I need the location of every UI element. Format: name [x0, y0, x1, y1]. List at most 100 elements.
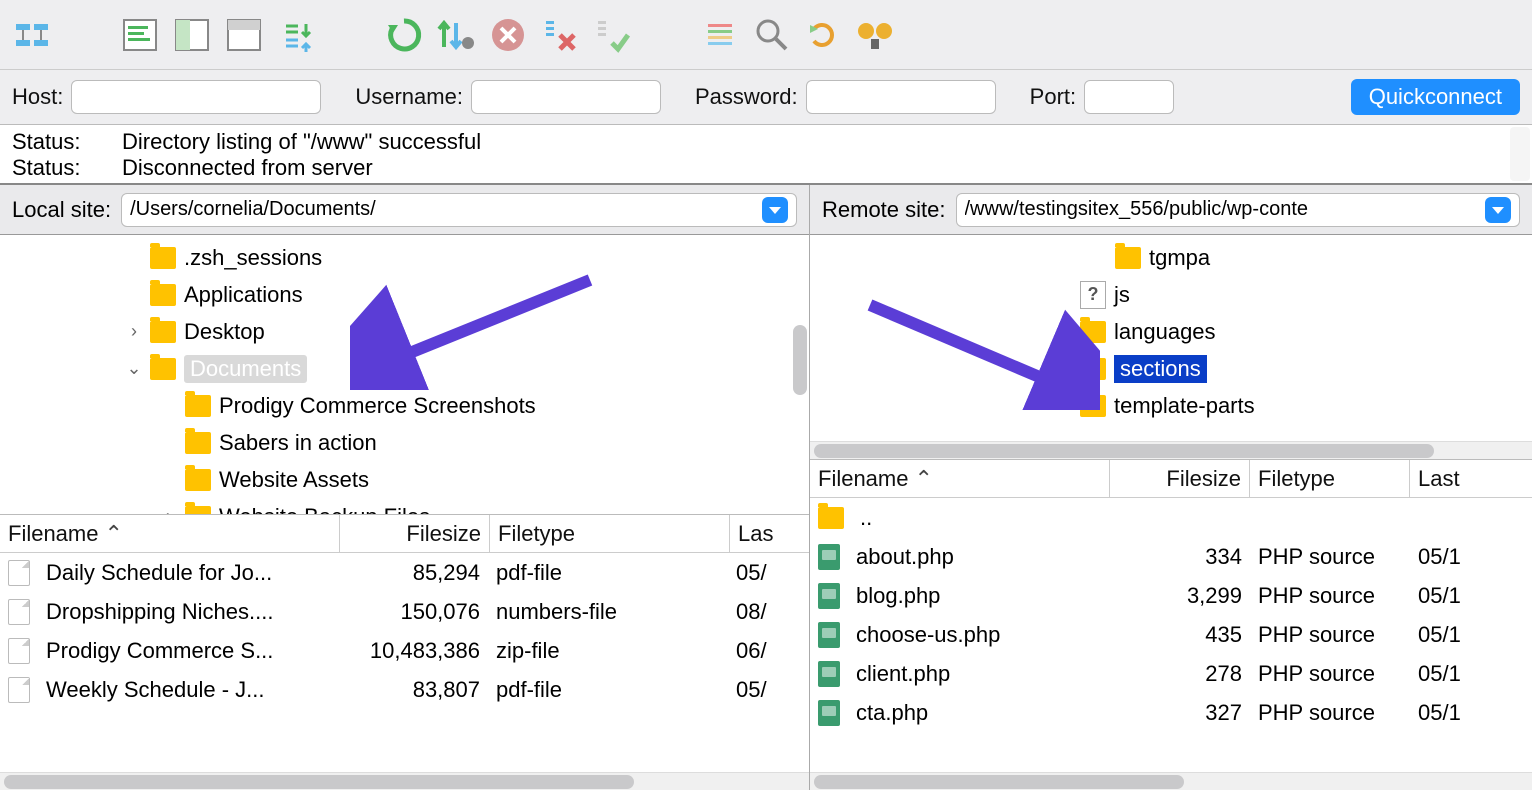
col-lastmod[interactable]: Las — [730, 515, 809, 552]
file-type: pdf-file — [488, 677, 728, 703]
file-name: Prodigy Commerce S... — [38, 638, 338, 664]
tree-item[interactable]: Prodigy Commerce Screenshots — [0, 387, 809, 424]
reconnect-icon[interactable] — [590, 13, 634, 57]
local-path-dropdown[interactable] — [762, 197, 788, 223]
rcol-filesize[interactable]: Filesize — [1110, 460, 1250, 497]
tree-item[interactable]: › Website Backup Files — [0, 498, 809, 515]
tree-item[interactable]: ?js — [810, 276, 1532, 313]
file-row[interactable]: Dropshipping Niches.... 150,076 numbers-… — [0, 592, 809, 631]
rcol-lastmod[interactable]: Last — [1410, 460, 1532, 497]
cancel-icon[interactable] — [486, 13, 530, 57]
file-row[interactable]: about.php 334 PHP source 05/1 — [810, 537, 1532, 576]
host-input[interactable] — [71, 80, 321, 114]
file-name: cta.php — [848, 700, 1110, 726]
file-row[interactable]: cta.php 327 PHP source 05/1 — [810, 693, 1532, 732]
toggle-local-tree-icon[interactable] — [170, 13, 214, 57]
folder-icon — [185, 395, 211, 417]
rcol-filetype[interactable]: Filetype — [1250, 460, 1410, 497]
file-name: blog.php — [848, 583, 1110, 609]
toggle-remote-tree-icon[interactable] — [222, 13, 266, 57]
log-scrollbar[interactable] — [1510, 127, 1530, 181]
local-site-label: Local site: — [12, 197, 111, 223]
chevron-icon[interactable]: ⌄ — [126, 358, 142, 379]
unknown-folder-icon: ? — [1080, 281, 1106, 309]
search-icon[interactable] — [750, 13, 794, 57]
file-row[interactable]: .. — [810, 498, 1532, 537]
process-queue-icon[interactable] — [434, 13, 478, 57]
file-row[interactable]: Prodigy Commerce S... 10,483,386 zip-fil… — [0, 631, 809, 670]
tree-label: Desktop — [184, 319, 265, 345]
quickconnect-bar: Host: Username: Password: Port: Quickcon… — [0, 70, 1532, 125]
tree-item[interactable]: tgmpa — [810, 239, 1532, 276]
local-path-input[interactable]: /Users/cornelia/Documents/ — [121, 193, 797, 227]
file-type: pdf-file — [488, 560, 728, 586]
folder-icon — [150, 247, 176, 269]
sort-asc-icon: ⌃ — [104, 521, 122, 547]
file-row[interactable]: client.php 278 PHP source 05/1 — [810, 654, 1532, 693]
tree-label: Website Assets — [219, 467, 369, 493]
tree-label: tgmpa — [1149, 245, 1210, 271]
remote-tree-h-scroll[interactable] — [810, 441, 1532, 459]
chevron-icon[interactable]: › — [126, 321, 142, 342]
file-name: Dropshipping Niches.... — [38, 599, 338, 625]
col-filetype[interactable]: Filetype — [490, 515, 730, 552]
main-toolbar — [0, 0, 1532, 70]
col-filename[interactable]: Filename⌃ — [0, 515, 340, 552]
folder-icon — [1080, 358, 1106, 380]
port-input[interactable] — [1084, 80, 1174, 114]
tree-label: Website Backup Files — [219, 504, 430, 516]
remote-tree[interactable]: tgmpa ?jslanguagessectionstemplate-parts — [810, 235, 1532, 460]
folder-icon — [1080, 395, 1106, 417]
status-text: Directory listing of "/www" successful — [122, 129, 481, 155]
folder-icon — [185, 469, 211, 491]
file-icon — [8, 638, 30, 664]
file-row[interactable]: Daily Schedule for Jo... 85,294 pdf-file… — [0, 553, 809, 592]
tree-item[interactable]: › Desktop — [0, 313, 809, 350]
col-filesize[interactable]: Filesize — [340, 515, 490, 552]
file-row[interactable]: choose-us.php 435 PHP source 05/1 — [810, 615, 1532, 654]
tree-item[interactable]: languages — [810, 313, 1532, 350]
status-label: Status: — [12, 155, 102, 181]
sync-browse-icon[interactable] — [802, 13, 846, 57]
rcol-filename[interactable]: Filename⌃ — [810, 460, 1110, 497]
tree-label: Prodigy Commerce Screenshots — [219, 393, 536, 419]
remote-file-header: Filename⌃ Filesize Filetype Last — [810, 460, 1532, 498]
file-mod: 06/ — [728, 638, 775, 664]
remote-file-list[interactable]: .. about.php 334 PHP source 05/1blog.php… — [810, 498, 1532, 772]
remote-path-input[interactable]: /www/testingsitex_556/public/wp-conte — [956, 193, 1521, 227]
tree-item[interactable]: template-parts — [810, 387, 1532, 424]
password-input[interactable] — [806, 80, 996, 114]
tree-item[interactable]: ⌄Documents — [0, 350, 809, 387]
folder-icon — [1115, 247, 1141, 269]
status-label: Status: — [12, 129, 102, 155]
message-log: Status: Directory listing of "/www" succe… — [0, 125, 1532, 185]
site-manager-icon[interactable] — [10, 13, 54, 57]
toggle-queue-icon[interactable] — [274, 13, 318, 57]
file-row[interactable]: Weekly Schedule - J... 83,807 pdf-file 0… — [0, 670, 809, 709]
username-input[interactable] — [471, 80, 661, 114]
remote-path-dropdown[interactable] — [1485, 197, 1511, 223]
tree-item[interactable]: Website Assets — [0, 461, 809, 498]
file-size: 327 — [1110, 700, 1250, 726]
tree-item[interactable]: .zsh_sessions — [0, 239, 809, 276]
quickconnect-button[interactable]: Quickconnect — [1351, 79, 1520, 115]
refresh-icon[interactable] — [382, 13, 426, 57]
compare-icon[interactable] — [854, 13, 898, 57]
file-row[interactable]: blog.php 3,299 PHP source 05/1 — [810, 576, 1532, 615]
folder-icon — [185, 506, 211, 516]
remote-h-scroll[interactable] — [810, 772, 1532, 790]
chevron-icon[interactable]: › — [161, 506, 177, 515]
password-label: Password: — [695, 84, 798, 110]
local-file-list[interactable]: Daily Schedule for Jo... 85,294 pdf-file… — [0, 553, 809, 772]
disconnect-icon[interactable] — [538, 13, 582, 57]
tree-label: Applications — [184, 282, 303, 308]
local-tree[interactable]: .zsh_sessions Applications › Desktop ⌄Docume… — [0, 235, 809, 515]
tree-item[interactable]: sections — [810, 350, 1532, 387]
tree-label: .zsh_sessions — [184, 245, 322, 271]
toggle-log-icon[interactable] — [118, 13, 162, 57]
tree-item[interactable]: Applications — [0, 276, 809, 313]
filter-icon[interactable] — [698, 13, 742, 57]
local-tree-scroll-thumb[interactable] — [793, 325, 807, 395]
local-h-scroll[interactable] — [0, 772, 809, 790]
tree-item[interactable]: Sabers in action — [0, 424, 809, 461]
